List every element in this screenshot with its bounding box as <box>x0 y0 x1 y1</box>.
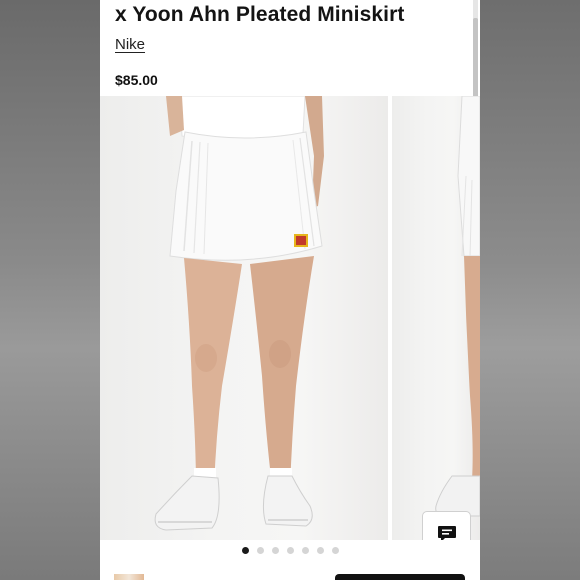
background-right <box>480 0 580 580</box>
gallery-dot-7[interactable] <box>331 546 339 554</box>
product-photo-illustration-next <box>435 96 480 517</box>
product-image-next[interactable] <box>392 96 480 540</box>
product-page: x Yoon Ahn Pleated Miniskirt Nike $85.00 <box>100 0 480 580</box>
image-gallery[interactable] <box>100 96 480 540</box>
background-left <box>0 0 100 580</box>
gallery-dot-4[interactable] <box>286 546 294 554</box>
product-image[interactable] <box>100 96 388 540</box>
gallery-pagination <box>100 543 480 557</box>
brand-link[interactable]: Nike <box>115 36 145 53</box>
product-photo-illustration <box>154 96 324 531</box>
color-swatch-thumbnail[interactable] <box>114 574 144 580</box>
chat-button[interactable] <box>422 511 471 540</box>
product-price: $85.00 <box>115 72 158 88</box>
product-title: x Yoon Ahn Pleated Miniskirt <box>115 3 405 26</box>
add-to-bag-button[interactable] <box>335 574 465 580</box>
chat-bubble-icon <box>437 526 456 540</box>
gallery-dot-5[interactable] <box>301 546 309 554</box>
gallery-dot-1[interactable] <box>241 546 249 554</box>
gallery-dot-3[interactable] <box>271 546 279 554</box>
gallery-dot-6[interactable] <box>316 546 324 554</box>
gallery-dot-2[interactable] <box>256 546 264 554</box>
